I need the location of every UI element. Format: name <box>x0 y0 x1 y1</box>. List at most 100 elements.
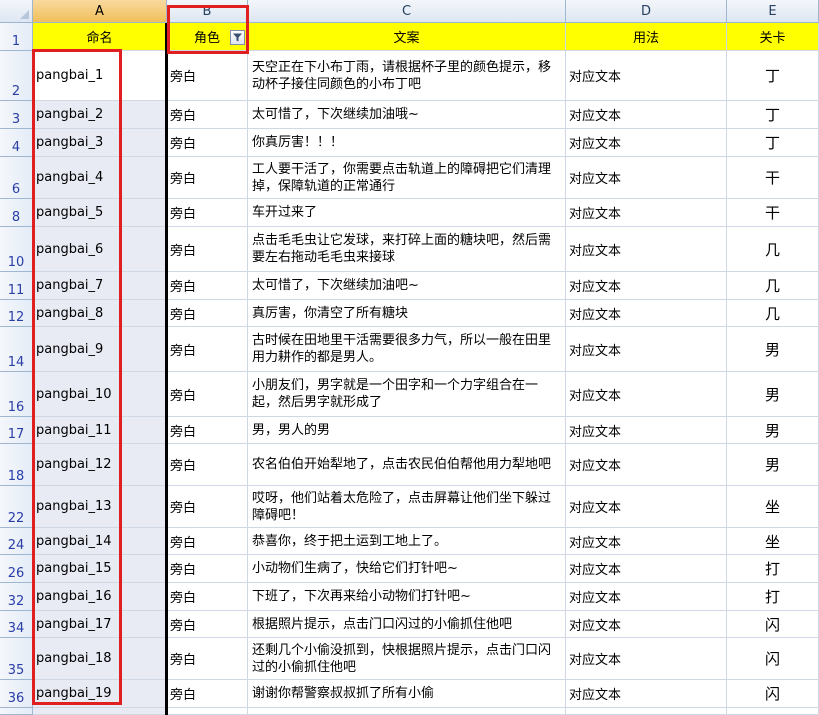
cell-naming[interactable]: pangbai_6 <box>33 227 167 272</box>
cell-copy[interactable]: 下班了，下次再来给小动物们打针吧~ <box>248 583 566 611</box>
cell-role[interactable]: 旁白 <box>167 227 248 272</box>
cell-copy[interactable]: 天空正在下小布丁雨，请根据杯子里的颜色提示，移动杯子接住同颜色的小布丁吧 <box>248 51 566 101</box>
row-header[interactable]: 12 <box>0 300 33 327</box>
cell-role[interactable]: 旁白 <box>167 555 248 583</box>
cell-naming[interactable]: pangbai_13 <box>33 486 167 528</box>
cell-usage[interactable]: 对应文本 <box>566 157 727 199</box>
cell-usage[interactable]: 对应文本 <box>566 528 727 555</box>
cell-naming[interactable]: pangbai_1 <box>33 51 167 101</box>
cell-naming[interactable]: pangbai_10 <box>33 372 167 417</box>
cell-naming[interactable]: pangbai_19 <box>33 680 167 708</box>
cell-usage[interactable]: 对应文本 <box>566 272 727 300</box>
cell-naming[interactable]: pangbai_18 <box>33 638 167 680</box>
select-all-corner[interactable] <box>0 0 33 23</box>
cell-naming[interactable]: pangbai_12 <box>33 444 167 486</box>
cell-naming[interactable]: pangbai_4 <box>33 157 167 199</box>
cell-usage[interactable]: 对应文本 <box>566 327 727 372</box>
cell-naming[interactable]: pangbai_7 <box>33 272 167 300</box>
cell-copy[interactable]: 工人要干活了，你需要点击轨道上的障碍把它们清理掉，保障轨道的正常通行 <box>248 157 566 199</box>
row-header[interactable]: 10 <box>0 227 33 272</box>
cell-copy[interactable]: 你真厉害！！！ <box>248 129 566 157</box>
cell-role[interactable]: 旁白 <box>167 101 248 129</box>
cell-partial[interactable] <box>167 708 248 715</box>
cell-usage[interactable]: 对应文本 <box>566 444 727 486</box>
row-header[interactable]: 24 <box>0 528 33 555</box>
cell-copy[interactable]: 古时候在田地里干活需要很多力气，所以一般在田里用力耕作的都是男人。 <box>248 327 566 372</box>
cell-copy[interactable]: 根据照片提示，点击门口闪过的小偷抓住他吧 <box>248 611 566 638</box>
cell-copy[interactable]: 点击毛毛虫让它发球，来打碎上面的糖块吧，然后需要左右拖动毛毛虫来接球 <box>248 227 566 272</box>
cell-copy[interactable]: 农名伯伯开始犁地了，点击农民伯伯帮他用力犁地吧 <box>248 444 566 486</box>
row-header[interactable]: 11 <box>0 272 33 300</box>
cell-copy[interactable]: 小朋友们，男字就是一个田字和一个力字组合在一起，然后男字就形成了 <box>248 372 566 417</box>
row-header[interactable]: 3 <box>0 101 33 129</box>
row-header[interactable]: 36 <box>0 680 33 708</box>
row-header[interactable]: 26 <box>0 555 33 583</box>
cell-copy[interactable]: 哎呀，他们站着太危险了，点击屏幕让他们坐下躲过障碍吧！ <box>248 486 566 528</box>
cell-naming[interactable]: pangbai_14 <box>33 528 167 555</box>
row-header[interactable]: 2 <box>0 51 33 101</box>
cell-level[interactable]: 闪 <box>727 638 819 680</box>
cell-role[interactable]: 旁白 <box>167 444 248 486</box>
cell-usage[interactable]: 对应文本 <box>566 372 727 417</box>
cell-naming[interactable]: pangbai_17 <box>33 611 167 638</box>
cell-naming[interactable]: pangbai_16 <box>33 583 167 611</box>
cell-copy[interactable]: 太可惜了，下次继续加油吧~ <box>248 272 566 300</box>
cell-level[interactable]: 坐 <box>727 486 819 528</box>
cell-role[interactable]: 旁白 <box>167 129 248 157</box>
cell-role[interactable]: 旁白 <box>167 300 248 327</box>
cell-level[interactable]: 闪 <box>727 680 819 708</box>
row-header[interactable]: 35 <box>0 638 33 680</box>
cell-level[interactable]: 干 <box>727 199 819 227</box>
row-header[interactable]: 34 <box>0 611 33 638</box>
row-header[interactable]: 4 <box>0 129 33 157</box>
cell-level[interactable]: 干 <box>727 157 819 199</box>
row-header-partial[interactable] <box>0 708 33 715</box>
filter-funnel-icon[interactable] <box>230 30 245 45</box>
cell-copy[interactable]: 车开过来了 <box>248 199 566 227</box>
header-cell-role[interactable]: 角色 <box>167 23 248 51</box>
cell-usage[interactable]: 对应文本 <box>566 51 727 101</box>
cell-level[interactable]: 打 <box>727 555 819 583</box>
cell-copy[interactable]: 还剩几个小偷没抓到，快根据照片提示，点击门口闪过的小偷抓住他吧 <box>248 638 566 680</box>
row-header[interactable]: 17 <box>0 417 33 444</box>
cell-partial[interactable] <box>33 708 167 715</box>
row-header[interactable]: 8 <box>0 199 33 227</box>
cell-usage[interactable]: 对应文本 <box>566 611 727 638</box>
cell-level[interactable]: 男 <box>727 327 819 372</box>
cell-naming[interactable]: pangbai_2 <box>33 101 167 129</box>
cell-usage[interactable]: 对应文本 <box>566 417 727 444</box>
cell-role[interactable]: 旁白 <box>167 486 248 528</box>
cell-usage[interactable]: 对应文本 <box>566 555 727 583</box>
cell-naming[interactable]: pangbai_15 <box>33 555 167 583</box>
row-header[interactable]: 16 <box>0 372 33 417</box>
header-cell-copy[interactable]: 文案 <box>248 23 566 51</box>
cell-copy[interactable]: 小动物们生病了，快给它们打针吧~ <box>248 555 566 583</box>
cell-level[interactable]: 坐 <box>727 528 819 555</box>
cell-role[interactable]: 旁白 <box>167 199 248 227</box>
column-header-b[interactable]: B <box>167 0 248 23</box>
cell-level[interactable]: 闪 <box>727 611 819 638</box>
cell-usage[interactable]: 对应文本 <box>566 583 727 611</box>
cell-partial[interactable] <box>566 708 727 715</box>
cell-naming[interactable]: pangbai_8 <box>33 300 167 327</box>
cell-copy[interactable]: 太可惜了，下次继续加油哦~ <box>248 101 566 129</box>
cell-level[interactable]: 丁 <box>727 129 819 157</box>
cell-copy[interactable]: 谢谢你帮警察叔叔抓了所有小偷 <box>248 680 566 708</box>
cell-naming[interactable]: pangbai_11 <box>33 417 167 444</box>
cell-usage[interactable]: 对应文本 <box>566 101 727 129</box>
cell-role[interactable]: 旁白 <box>167 372 248 417</box>
cell-role[interactable]: 旁白 <box>167 583 248 611</box>
cell-usage[interactable]: 对应文本 <box>566 300 727 327</box>
column-header-a[interactable]: A <box>33 0 167 23</box>
cell-role[interactable]: 旁白 <box>167 272 248 300</box>
cell-level[interactable]: 丁 <box>727 101 819 129</box>
cell-usage[interactable]: 对应文本 <box>566 638 727 680</box>
cell-level[interactable]: 丁 <box>727 51 819 101</box>
cell-role[interactable]: 旁白 <box>167 680 248 708</box>
column-header-d[interactable]: D <box>566 0 727 23</box>
column-header-c[interactable]: C <box>248 0 566 23</box>
cell-usage[interactable]: 对应文本 <box>566 227 727 272</box>
header-cell-naming[interactable]: 命名 <box>33 23 167 51</box>
cell-copy[interactable]: 真厉害，你清空了所有糖块 <box>248 300 566 327</box>
cell-role[interactable]: 旁白 <box>167 528 248 555</box>
